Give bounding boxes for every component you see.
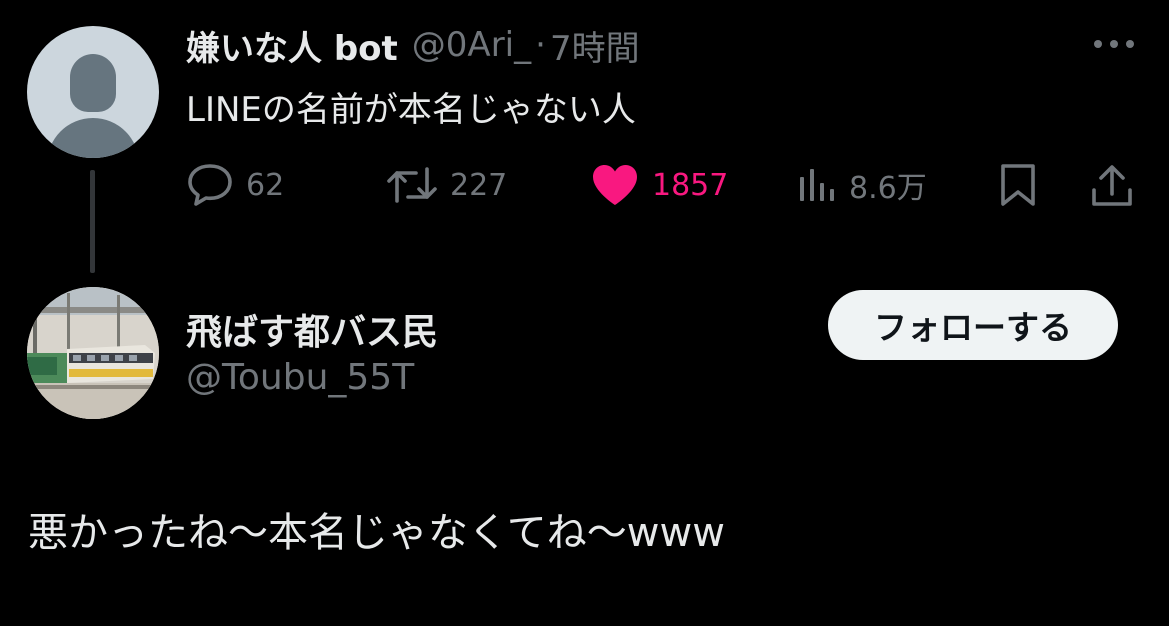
parent-tweet-text: LINEの名前が本名じゃない人 bbox=[186, 90, 636, 130]
retweet-button[interactable]: 227 bbox=[386, 160, 507, 210]
share-upload-icon bbox=[1092, 165, 1132, 206]
more-dot bbox=[1110, 40, 1118, 48]
thread-view: 嫌いな人 bot @0Ari_ · 7時間 LINEの名前が本名じゃない人 62… bbox=[0, 0, 1169, 626]
reply-button[interactable]: 62 bbox=[186, 160, 284, 210]
reply-display-name[interactable]: 飛ばす都バス民 bbox=[186, 303, 438, 355]
heart-filled-icon bbox=[593, 165, 637, 205]
reply-tweet-text: 悪かったね〜本名じゃなくてね〜www bbox=[28, 510, 725, 556]
views-count: 8.6万 bbox=[849, 171, 927, 206]
reply-bubble-icon bbox=[188, 164, 232, 206]
parent-display-name[interactable]: 嫌いな人 bot bbox=[186, 21, 398, 70]
reply-avatar[interactable] bbox=[27, 287, 159, 419]
analytics-bars-icon bbox=[800, 169, 834, 201]
parent-tweet-header: 嫌いな人 bot @0Ari_ · 7時間 bbox=[186, 21, 640, 70]
train-photo-avatar bbox=[27, 287, 159, 419]
header-separator: · bbox=[535, 25, 546, 65]
views-button[interactable]: 8.6万 bbox=[797, 160, 927, 210]
parent-avatar[interactable] bbox=[27, 26, 159, 158]
more-horizontal-icon[interactable] bbox=[1094, 37, 1134, 51]
parent-timestamp[interactable]: 7時間 bbox=[550, 21, 640, 70]
more-dot bbox=[1094, 40, 1102, 48]
bookmark-button[interactable] bbox=[998, 160, 1038, 210]
parent-handle[interactable]: @0Ari_ bbox=[412, 25, 531, 65]
retweet-icon bbox=[387, 167, 437, 203]
more-dot bbox=[1126, 40, 1134, 48]
like-count: 1857 bbox=[652, 167, 729, 203]
tweet-action-bar: 62 227 1857 8.6万 bbox=[0, 160, 1169, 210]
bookmark-icon bbox=[1001, 164, 1035, 206]
default-avatar-head bbox=[70, 54, 116, 112]
default-avatar-body bbox=[47, 118, 139, 158]
reply-count: 62 bbox=[246, 167, 285, 203]
share-button[interactable] bbox=[1090, 160, 1134, 210]
follow-button[interactable]: フォローする bbox=[828, 290, 1118, 360]
reply-handle[interactable]: @Toubu_55T bbox=[186, 357, 414, 398]
retweet-count: 227 bbox=[450, 167, 508, 203]
like-button[interactable]: 1857 bbox=[590, 160, 728, 210]
